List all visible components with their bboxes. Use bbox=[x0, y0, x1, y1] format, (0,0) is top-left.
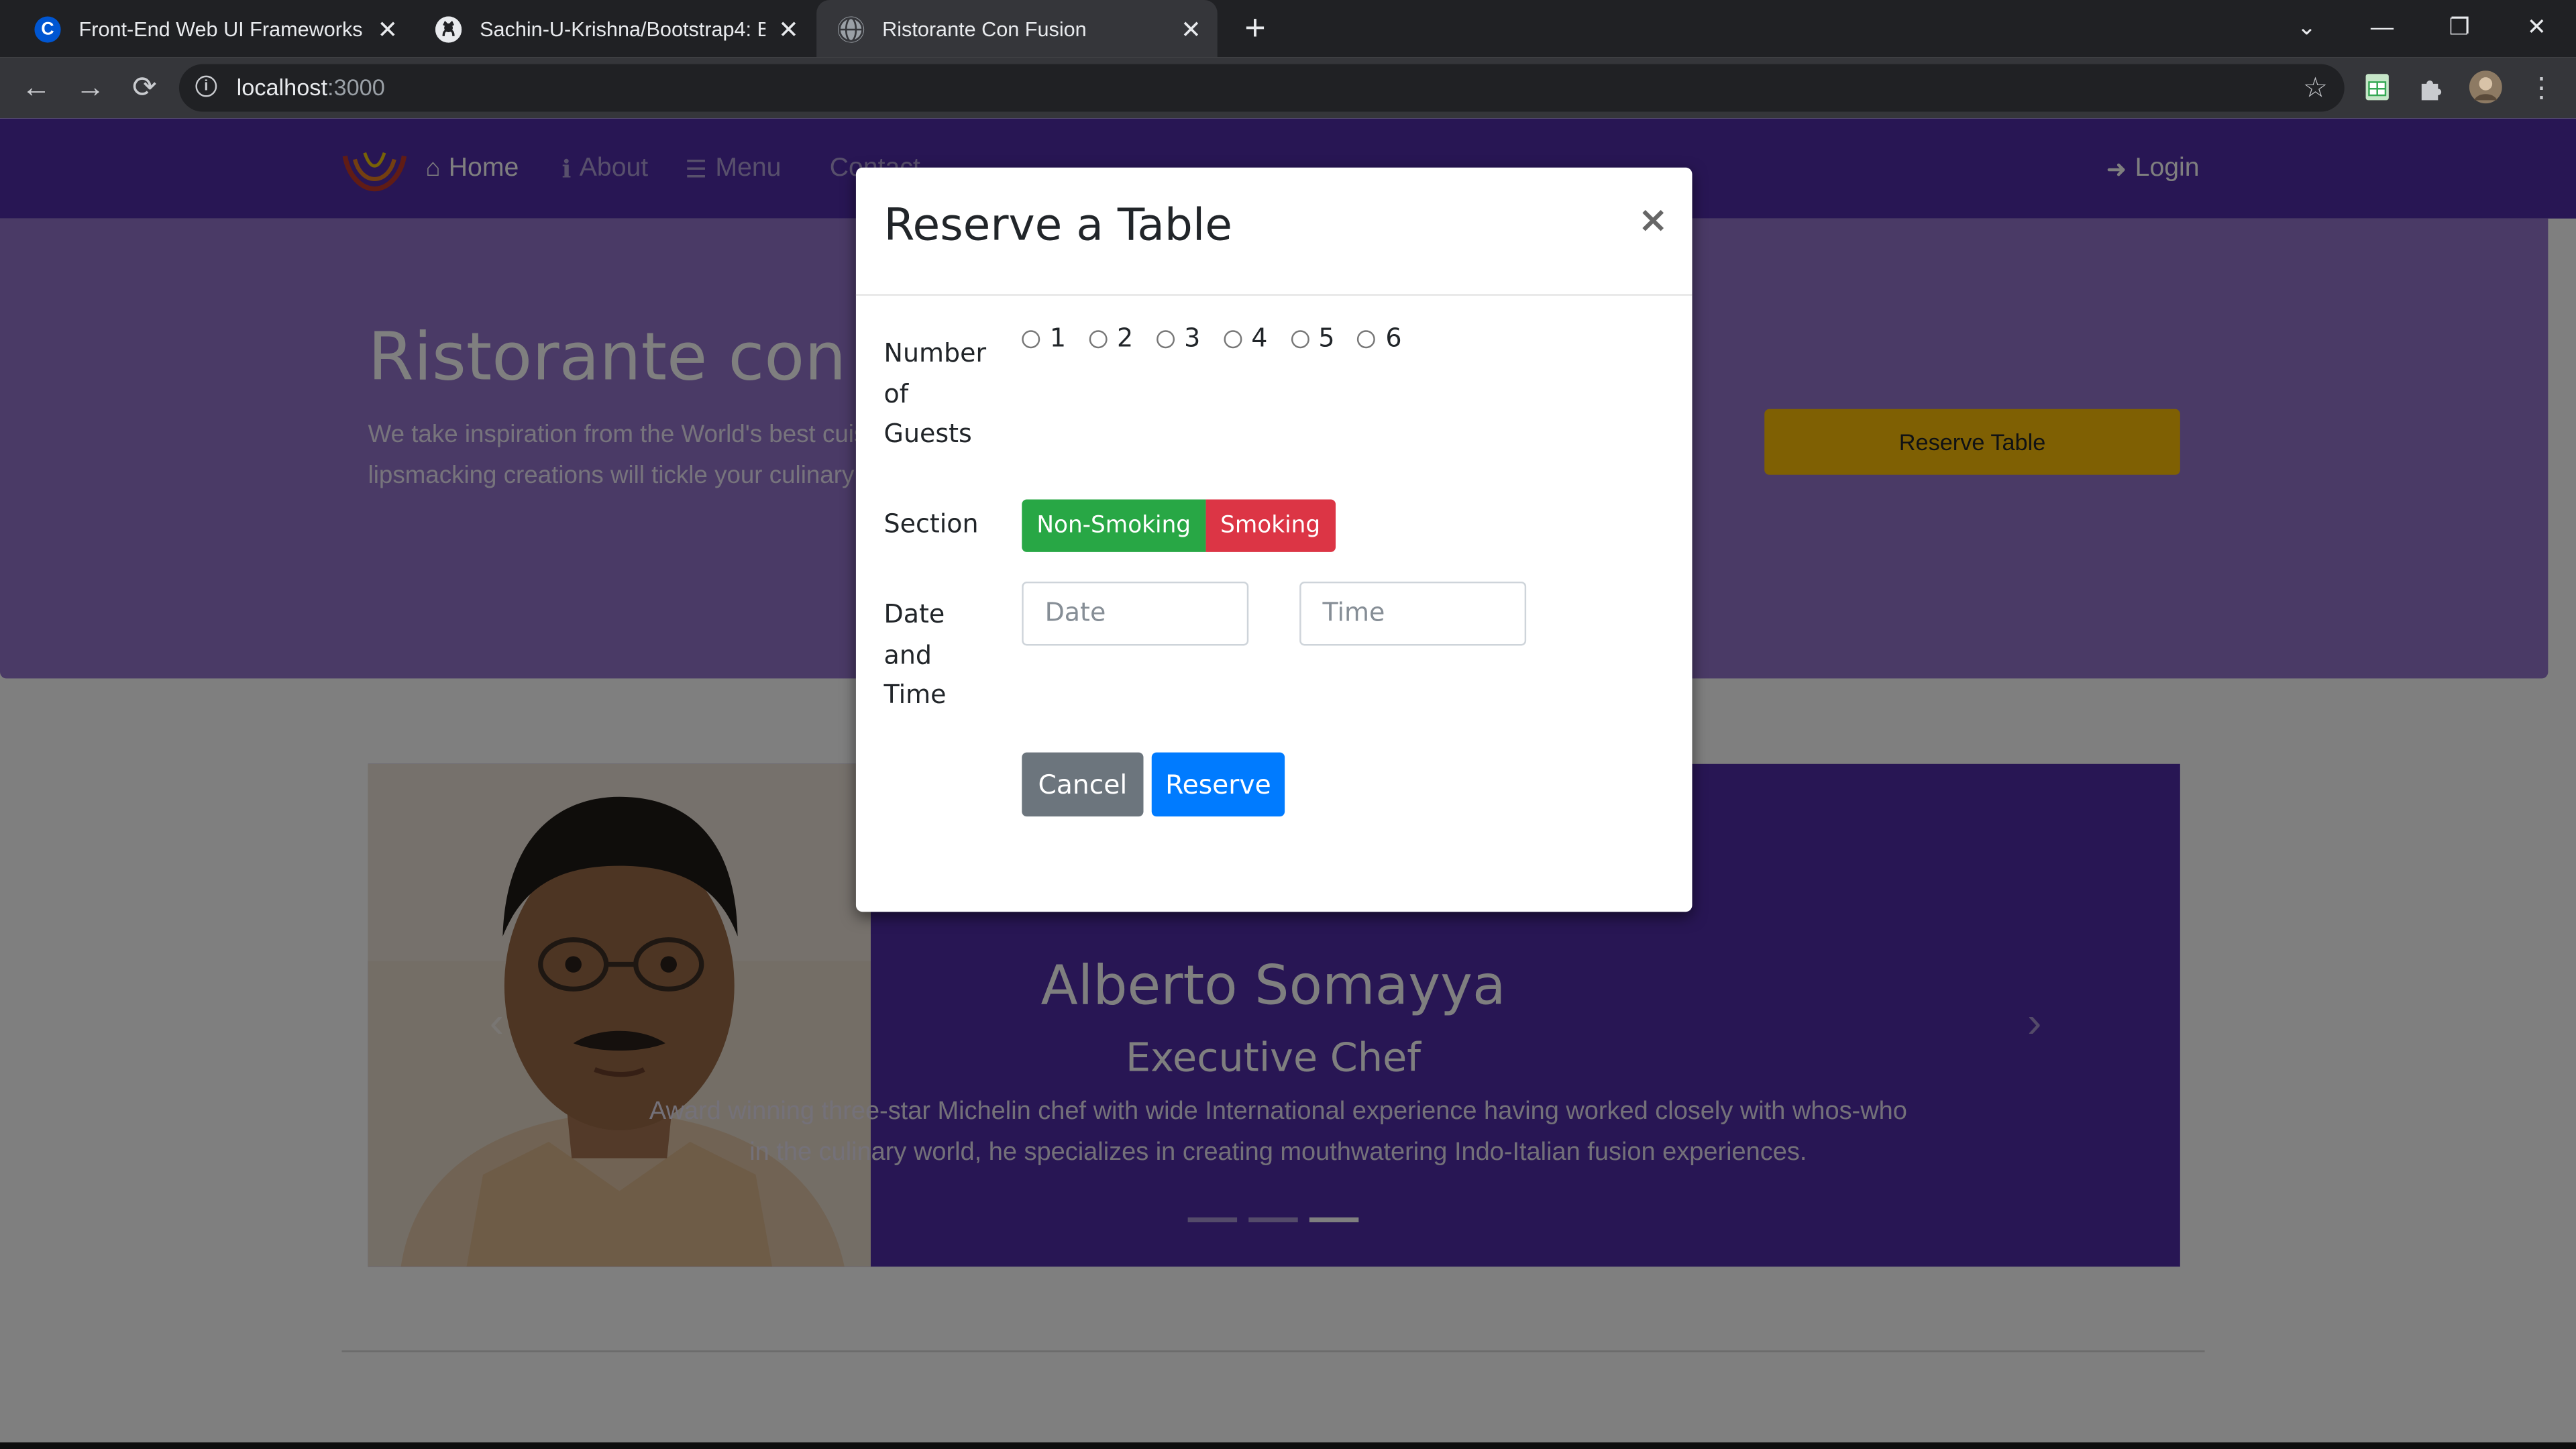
radio-label: 6 bbox=[1385, 323, 1402, 354]
window-close-icon[interactable]: ✕ bbox=[2499, 0, 2575, 58]
extensions-puzzle-icon[interactable] bbox=[2416, 72, 2446, 102]
modal-header: Reserve a Table × bbox=[855, 168, 1693, 296]
guests-option-4[interactable]: 4 bbox=[1223, 323, 1268, 354]
radio-label: 5 bbox=[1318, 323, 1335, 354]
guests-label-line: Guests bbox=[883, 419, 972, 449]
guests-option-3[interactable]: 3 bbox=[1156, 323, 1201, 354]
non-smoking-button[interactable]: Non-Smoking bbox=[1022, 499, 1206, 552]
site-info-icon[interactable]: i bbox=[195, 75, 217, 97]
profile-avatar-icon[interactable] bbox=[2469, 70, 2502, 104]
globe-icon bbox=[837, 15, 865, 42]
reload-icon[interactable]: ⟳ bbox=[120, 58, 169, 119]
modal-close-icon[interactable]: × bbox=[1638, 201, 1668, 241]
back-icon[interactable]: ← bbox=[11, 58, 60, 119]
browser-tab-coursera[interactable]: C Front-End Web UI Frameworks and Tools:… bbox=[13, 0, 415, 58]
sheets-extension-icon[interactable] bbox=[2363, 72, 2392, 102]
section-label: Section bbox=[883, 509, 979, 539]
guests-option-2[interactable]: 2 bbox=[1089, 323, 1134, 354]
tab-search-icon[interactable]: ⌄ bbox=[2269, 0, 2345, 58]
reserve-button[interactable]: Reserve bbox=[1151, 752, 1285, 817]
radio-button[interactable] bbox=[1156, 329, 1175, 347]
tab-title: Front-End Web UI Frameworks and Tools: B… bbox=[78, 17, 365, 41]
radio-button[interactable] bbox=[1290, 329, 1309, 347]
guests-label: Number of Guests bbox=[884, 333, 986, 454]
close-icon[interactable]: ✕ bbox=[1178, 14, 1204, 44]
browser-menu-icon[interactable]: ⋮ bbox=[2517, 58, 2566, 119]
close-icon[interactable]: ✕ bbox=[775, 14, 802, 44]
radio-button[interactable] bbox=[1022, 329, 1040, 347]
guests-radio-group: 1 2 3 4 5 6 bbox=[1022, 323, 1425, 354]
radio-label: 4 bbox=[1251, 323, 1268, 354]
screen: C Front-End Web UI Frameworks and Tools:… bbox=[0, 0, 2576, 1449]
cancel-button[interactable]: Cancel bbox=[1022, 752, 1144, 817]
tab-title: Sachin-U-Krishna/Bootstrap4: Bootstrap 4 bbox=[480, 17, 765, 41]
modal-title: Reserve a Table bbox=[883, 200, 1232, 252]
date-input[interactable]: Date bbox=[1022, 581, 1249, 646]
datetime-label-line: Date bbox=[883, 599, 945, 629]
browser-tab-strip: C Front-End Web UI Frameworks and Tools:… bbox=[0, 0, 2576, 58]
url-host: localhost bbox=[236, 74, 328, 101]
url-text[interactable]: localhost:3000 bbox=[237, 64, 385, 112]
github-icon bbox=[435, 15, 462, 42]
guests-option-6[interactable]: 6 bbox=[1357, 323, 1402, 354]
guests-option-1[interactable]: 1 bbox=[1022, 323, 1067, 354]
radio-button[interactable] bbox=[1223, 329, 1242, 347]
radio-button[interactable] bbox=[1089, 329, 1108, 347]
minimize-icon[interactable]: — bbox=[2345, 0, 2420, 58]
browser-tab-ristorante[interactable]: Ristorante Con Fusion ✕ bbox=[816, 0, 1218, 58]
time-input[interactable]: Time bbox=[1299, 581, 1527, 646]
bookmark-star-icon[interactable]: ☆ bbox=[2303, 64, 2328, 112]
datetime-label-line: and bbox=[883, 639, 932, 669]
coursera-icon: C bbox=[34, 15, 61, 42]
radio-label: 2 bbox=[1117, 323, 1134, 354]
datetime-label: Date and Time bbox=[884, 595, 947, 716]
address-bar[interactable]: i localhost:3000 ☆ bbox=[178, 64, 2345, 112]
browser-toolbar: ← → ⟳ i localhost:3000 ☆ ⋮ bbox=[0, 57, 2576, 119]
url-port: :3000 bbox=[327, 74, 385, 101]
browser-tab-github[interactable]: Sachin-U-Krishna/Bootstrap4: Bootstrap 4… bbox=[414, 0, 815, 58]
forward-icon[interactable]: → bbox=[66, 58, 115, 119]
radio-button[interactable] bbox=[1357, 329, 1376, 347]
radio-label: 1 bbox=[1049, 323, 1067, 354]
radio-label: 3 bbox=[1184, 323, 1201, 354]
restore-icon[interactable]: ❐ bbox=[2422, 0, 2498, 58]
guests-label-line: of bbox=[883, 378, 909, 409]
section-toggle: Non-Smoking Smoking bbox=[1022, 499, 1336, 552]
reserve-table-modal: Reserve a Table × Number of Guests 1 2 3… bbox=[855, 167, 1693, 912]
close-icon[interactable]: ✕ bbox=[374, 14, 400, 44]
new-tab-icon[interactable]: + bbox=[1236, 5, 1275, 51]
guests-label-line: Number bbox=[883, 338, 987, 368]
tab-title: Ristorante Con Fusion bbox=[882, 17, 1087, 41]
guests-option-5[interactable]: 5 bbox=[1290, 323, 1335, 354]
datetime-label-line: Time bbox=[883, 680, 947, 710]
smoking-button[interactable]: Smoking bbox=[1205, 499, 1336, 552]
